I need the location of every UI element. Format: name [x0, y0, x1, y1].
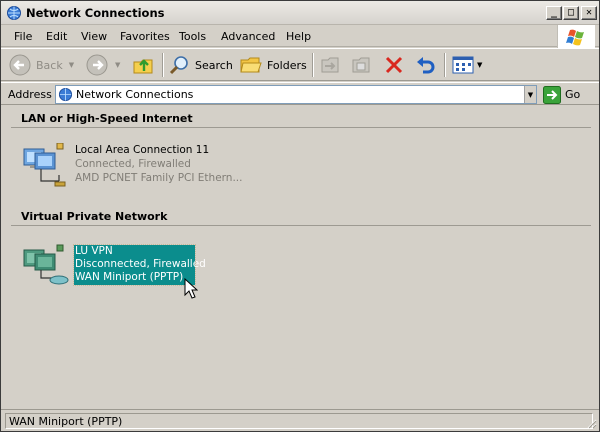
- vpn-connection-icon: [23, 244, 69, 285]
- toolbar-separator: [162, 53, 164, 77]
- windows-logo: [557, 25, 595, 49]
- delete-icon: [385, 56, 403, 74]
- search-button[interactable]: Search: [169, 53, 233, 77]
- connection-status: Connected, Firewalled: [75, 158, 191, 170]
- maximize-icon: □: [567, 7, 575, 18]
- connection-details: Local Area Connection 11 Connected, Fire…: [75, 143, 242, 185]
- views-icon: [452, 56, 474, 74]
- address-dropdown-icon[interactable]: ▼: [524, 86, 536, 103]
- back-button[interactable]: Back ▼: [8, 53, 74, 77]
- folders-label: Folders: [267, 58, 307, 72]
- maximize-button[interactable]: □: [563, 6, 579, 20]
- toolbar-separator: [444, 53, 446, 77]
- menu-bar: File Edit View Favorites Tools Advanced …: [1, 26, 599, 47]
- forward-button[interactable]: ▼: [85, 53, 120, 77]
- back-label: Back: [36, 58, 63, 72]
- menu-tools[interactable]: Tools: [179, 30, 206, 43]
- connection-local-area[interactable]: Local Area Connection 11 Connected, Fire…: [19, 143, 249, 193]
- resize-grip-icon[interactable]: [585, 417, 597, 429]
- folders-icon: [240, 57, 262, 73]
- copy-to-button[interactable]: [350, 53, 372, 77]
- menu-help[interactable]: Help: [286, 30, 311, 43]
- vpn-connection-icon-wrapper[interactable]: [19, 242, 79, 292]
- toolbar-separator: [312, 53, 314, 77]
- address-value: Network Connections: [76, 88, 194, 101]
- connection-name: Local Area Connection 11: [75, 144, 210, 156]
- close-button[interactable]: ✕: [581, 6, 597, 20]
- menu-edit[interactable]: Edit: [46, 30, 67, 43]
- network-connections-icon: [7, 6, 21, 20]
- move-to-button[interactable]: [319, 53, 341, 77]
- group-title-lan: LAN or High-Speed Internet: [21, 112, 193, 125]
- move-to-icon: [321, 57, 339, 73]
- status-bar: WAN Miniport (PPTP): [1, 409, 599, 431]
- undo-icon: [417, 57, 435, 74]
- folders-button[interactable]: Folders: [239, 53, 307, 77]
- back-dropdown-icon[interactable]: ▼: [69, 61, 74, 69]
- search-icon: [169, 56, 188, 75]
- lan-connection-icon: [23, 143, 66, 187]
- group-divider: [11, 225, 591, 226]
- minimize-icon: _: [550, 7, 558, 18]
- forward-arrow-icon: [86, 54, 108, 76]
- menu-file[interactable]: File: [14, 30, 32, 43]
- connection-status: Disconnected, Firewalled: [75, 258, 206, 270]
- network-globe-icon: [58, 87, 73, 102]
- close-icon: ✕: [585, 7, 593, 18]
- address-label: Address: [8, 88, 52, 101]
- address-input[interactable]: Network Connections ▼: [55, 85, 537, 104]
- menu-advanced[interactable]: Advanced: [221, 30, 275, 43]
- minimize-button[interactable]: _: [546, 6, 562, 20]
- connection-device: WAN Miniport (PPTP): [75, 271, 184, 283]
- copy-to-icon: [352, 57, 370, 73]
- connection-name: LU VPN: [75, 245, 113, 257]
- explorer-window: Network Connections _ □ ✕ File Edit View…: [0, 0, 600, 432]
- mouse-pointer-icon: [184, 278, 198, 299]
- up-folder-button[interactable]: [132, 53, 156, 77]
- connections-view: LAN or High-Speed Internet Local Area Co…: [1, 106, 599, 409]
- go-arrow-icon: [543, 85, 561, 104]
- vpn-selected-label[interactable]: LU VPN Disconnected, Firewalled WAN Mini…: [73, 244, 206, 286]
- search-label: Search: [195, 58, 233, 72]
- views-dropdown-icon[interactable]: ▼: [477, 61, 482, 69]
- go-button[interactable]: Go: [543, 85, 580, 104]
- undo-button[interactable]: [414, 53, 436, 77]
- go-label: Go: [565, 88, 581, 101]
- window-title: Network Connections: [26, 6, 165, 20]
- address-bar: Address Network Connections ▼ Go: [1, 82, 599, 105]
- back-arrow-icon: [9, 54, 31, 76]
- title-bar[interactable]: Network Connections _ □ ✕: [1, 1, 599, 25]
- forward-dropdown-icon[interactable]: ▼: [115, 61, 120, 69]
- group-title-vpn: Virtual Private Network: [21, 210, 168, 223]
- delete-button[interactable]: [383, 53, 405, 77]
- views-button[interactable]: ▼: [452, 53, 482, 77]
- menu-view[interactable]: View: [81, 30, 107, 43]
- group-divider: [11, 127, 591, 128]
- status-text: WAN Miniport (PPTP): [5, 413, 593, 429]
- connection-device: AMD PCNET Family PCI Ethern...: [75, 172, 243, 184]
- up-folder-icon: [133, 59, 153, 74]
- menu-favorites[interactable]: Favorites: [120, 30, 170, 43]
- standard-toolbar: Back ▼ ▼ Search Folders ▼: [1, 48, 599, 81]
